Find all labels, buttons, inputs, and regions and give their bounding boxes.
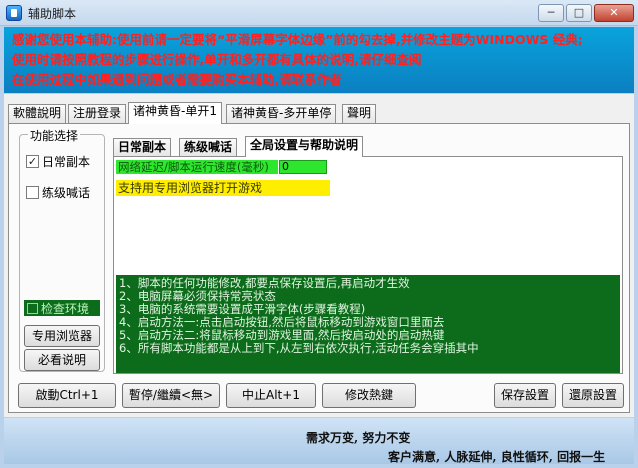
maximize-button[interactable]: □ (566, 4, 592, 22)
inner-tab-practice-shout[interactable]: 练级喊话 (179, 138, 238, 156)
banner-line-2: 使用时请按照教程的步骤进行操作,单开和多开都有具体的说明,请仔细查阅 (12, 52, 422, 67)
function-select-legend: 功能选择 (28, 127, 81, 144)
practice-shout-checkbox[interactable] (26, 186, 39, 199)
single-open-panel: 功能选择 ✓ 日常副本 练级喊话 检查环境 专用浏览器 必看说明 日常副本 练级… (8, 123, 630, 413)
daily-copy-label: 日常副本 (42, 155, 91, 169)
footer-slogan-1: 需求万变, 努力不变 (306, 431, 411, 445)
global-settings-panel: 网络延迟/脚本运行速度(毫秒) 0 支持用专用浏览器打开游戏 1、脚本的任何功能… (113, 156, 623, 374)
network-delay-input[interactable]: 0 (279, 160, 327, 174)
function-select-group: 功能选择 ✓ 日常副本 练级喊话 检查环境 专用浏览器 必看说明 (19, 127, 105, 372)
tab-register-login[interactable]: 注册登录 (68, 104, 127, 123)
check-environment-checkbox[interactable] (27, 302, 38, 314)
network-delay-label: 网络延迟/脚本运行速度(毫秒) (116, 160, 278, 174)
window-title: 辅助脚本 (28, 7, 77, 21)
tab-multi-open[interactable]: 诸神黄昏-多开单停 (226, 104, 337, 123)
footer-slogan-2: 客户满意, 人脉延伸, 良性循环, 回报一生 (388, 450, 606, 464)
banner-line-1: 感谢您使用本辅助:使用前请一定要将“平滑屏幕字体边缘”前的勾去掉,并修改主题为W… (12, 32, 583, 47)
pause-resume-button[interactable]: 暫停/繼續<無> (122, 383, 220, 408)
daily-copy-checkbox[interactable]: ✓ (26, 155, 39, 168)
tab-software-info[interactable]: 軟體說明 (8, 104, 67, 123)
tab-single-open[interactable]: 诸神黄昏-单开1 (128, 102, 222, 124)
practice-shout-option[interactable]: 练级喊话 (26, 184, 90, 201)
check-environment-label: 检查环境 (41, 301, 90, 316)
banner-line-3: 在使用过程中如果遇到问题或者需要购买本辅助,请联系作者 (12, 72, 342, 87)
inner-tab-global-settings[interactable]: 全局设置与帮助说明 (245, 136, 364, 157)
help-text-box: 1、脚本的任何功能修改,都要点保存设置后,再启动才生效 2、电脑屏幕必须保持常亮… (116, 275, 620, 373)
help-line: 6、所有脚本功能都是从上到下,从左到右依次执行,活动任务会穿插其中 (119, 341, 479, 355)
daily-copy-option[interactable]: ✓ 日常副本 (26, 153, 90, 170)
inner-tab-daily-copy[interactable]: 日常副本 (113, 138, 172, 156)
must-read-button[interactable]: 必看说明 (24, 349, 100, 371)
practice-shout-label: 练级喊话 (42, 186, 91, 200)
close-button[interactable]: ✕ (594, 4, 634, 22)
app-icon (6, 5, 22, 21)
title-bar: 辅助脚本 ─ □ ✕ (0, 0, 638, 26)
save-settings-button[interactable]: 保存設置 (494, 383, 556, 408)
dedicated-browser-option[interactable]: 支持用专用浏览器打开游戏 (116, 180, 330, 196)
check-environment-option[interactable]: 检查环境 (24, 300, 100, 316)
dedicated-browser-button[interactable]: 专用浏览器 (24, 325, 100, 347)
main-area: 軟體說明 注册登录 诸神黄昏-单开1 诸神黄昏-多开单停 聲明 功能选择 ✓ 日… (4, 94, 634, 417)
restore-settings-button[interactable]: 還原設置 (562, 383, 624, 408)
modify-hotkey-button[interactable]: 修改熱鍵 (322, 383, 416, 408)
minimize-button[interactable]: ─ (538, 4, 564, 22)
footer-banner: 需求万变, 努力不变 客户满意, 人脉延伸, 良性循环, 回报一生 (4, 418, 634, 464)
start-button[interactable]: 啟動Ctrl+1 (18, 383, 116, 408)
stop-button[interactable]: 中止Alt+1 (226, 383, 316, 408)
notice-banner: 感谢您使用本辅助:使用前请一定要将“平滑屏幕字体边缘”前的勾去掉,并修改主题为W… (4, 27, 634, 93)
tab-statement[interactable]: 聲明 (342, 104, 377, 123)
